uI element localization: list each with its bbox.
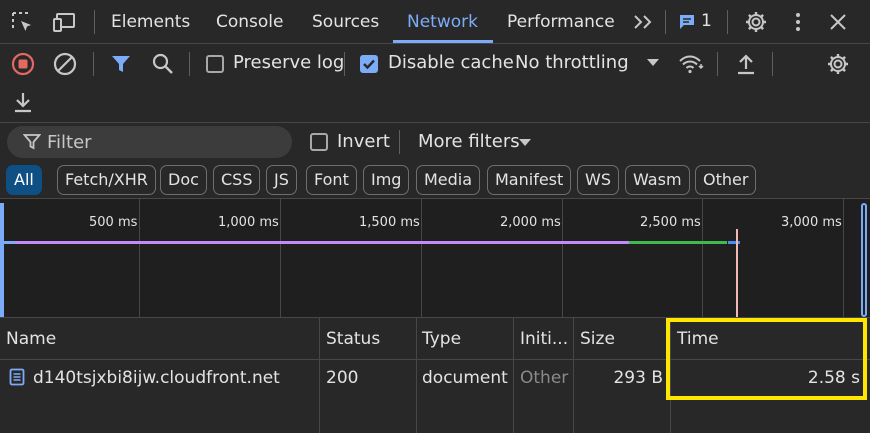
load-event-marker (736, 229, 738, 317)
request-name[interactable]: d140tsjxbi8ijw.cloudfront.net (33, 362, 280, 394)
timing-bar-queue (3, 241, 15, 244)
stop-recording-icon[interactable] (11, 52, 35, 76)
preserve-log-label[interactable]: Preserve log (233, 52, 344, 73)
type-filter-fetch-xhr[interactable]: Fetch/XHR (57, 165, 156, 195)
preserve-log-checkbox[interactable] (206, 55, 224, 73)
disable-cache-checkbox[interactable] (360, 55, 378, 73)
type-filter-media[interactable]: Media (416, 165, 481, 195)
tab-performance[interactable]: Performance (507, 0, 615, 44)
tab-network[interactable]: Network (407, 0, 478, 44)
tab-sources[interactable]: Sources (312, 0, 379, 44)
overview-tick-label: 1,500 ms (359, 215, 420, 230)
column-divider[interactable] (513, 318, 514, 433)
filter-funnel-icon[interactable] (110, 53, 132, 75)
overview-tick-label: 2,000 ms (500, 215, 561, 230)
document-icon (9, 368, 25, 386)
separator (93, 52, 94, 76)
export-har-download-icon[interactable] (11, 90, 35, 114)
type-filter-ws[interactable]: WS (577, 165, 619, 195)
request-initiator: Other (520, 368, 569, 388)
separator (399, 130, 400, 154)
type-filter-other[interactable]: Other (695, 165, 757, 195)
tab-elements[interactable]: Elements (111, 0, 190, 44)
request-status: 200 (326, 368, 359, 388)
timing-bar-tail (728, 241, 740, 244)
type-filter-js[interactable]: JS (266, 165, 297, 195)
overview-tick-label: 2,500 ms (640, 215, 701, 230)
issues-count[interactable]: 1 (701, 11, 712, 31)
timing-bar-download (629, 241, 727, 244)
overview-left-handle[interactable] (0, 203, 4, 317)
import-har-upload-icon[interactable] (734, 52, 758, 76)
filter-input[interactable] (47, 126, 277, 158)
clear-log-icon[interactable] (53, 52, 77, 76)
active-tab-indicator (393, 40, 493, 43)
type-filter-all[interactable]: All (6, 165, 42, 195)
overview-tick-label: 500 ms (89, 215, 138, 230)
close-devtools-icon[interactable] (826, 10, 850, 34)
network-conditions-wifi-icon[interactable] (677, 52, 705, 76)
column-divider[interactable] (573, 318, 574, 433)
separator (665, 10, 666, 34)
type-filter-img[interactable]: Img (363, 165, 410, 195)
filter-funnel-icon (23, 133, 41, 151)
separator (94, 10, 95, 34)
network-overview[interactable]: 500 ms 1,000 ms 1,500 ms 2,000 ms 2,500 … (0, 198, 870, 318)
invert-label[interactable]: Invert (337, 131, 390, 152)
overview-tick-label: 3,000 ms (781, 215, 842, 230)
throttling-select[interactable]: No throttling (515, 52, 629, 73)
type-filter-doc[interactable]: Doc (160, 165, 207, 195)
network-settings-gear-icon[interactable] (826, 52, 850, 76)
disable-cache-label[interactable]: Disable cache (388, 52, 514, 73)
separator (344, 52, 345, 76)
more-options-icon[interactable] (786, 10, 810, 34)
invert-checkbox[interactable] (310, 133, 328, 151)
separator (772, 52, 773, 76)
device-toolbar-icon[interactable] (52, 10, 78, 34)
tab-console[interactable]: Console (216, 0, 284, 44)
more-filters-dropdown[interactable]: More filters (418, 131, 520, 152)
overview-gridline (702, 199, 703, 317)
network-toolbar: Preserve log Disable cache No throttling (0, 44, 870, 123)
separator (189, 52, 190, 76)
overview-gridline (280, 199, 281, 317)
devtools-tab-bar: Elements Console Sources Network Perform… (0, 0, 870, 44)
separator (727, 10, 728, 34)
filter-box (7, 126, 292, 158)
column-divider[interactable] (319, 318, 320, 433)
overview-gridline (421, 199, 422, 317)
type-filter-wasm[interactable]: Wasm (625, 165, 690, 195)
settings-gear-icon[interactable] (744, 10, 768, 34)
request-size: 293 B (613, 368, 663, 388)
chevron-down-icon[interactable] (518, 138, 532, 148)
overview-right-handle[interactable] (861, 203, 867, 317)
request-type: document (422, 368, 508, 388)
type-filter-manifest[interactable]: Manifest (487, 165, 572, 195)
inspect-element-icon[interactable] (10, 10, 34, 34)
more-tabs-icon[interactable] (632, 12, 654, 32)
overview-tick-label: 1,000 ms (218, 215, 279, 230)
search-icon[interactable] (151, 52, 175, 76)
chevron-down-icon[interactable] (646, 58, 660, 68)
overview-gridline (139, 199, 140, 317)
separator (717, 52, 718, 76)
timing-bar-waiting (15, 241, 629, 244)
column-divider[interactable] (416, 318, 417, 433)
overview-gridline (562, 199, 563, 317)
type-filter-font[interactable]: Font (306, 165, 357, 195)
time-column-highlight-box (666, 318, 867, 400)
overview-gridline (843, 199, 844, 317)
issues-message-icon[interactable] (678, 13, 696, 31)
type-filter-css[interactable]: CSS (213, 165, 261, 195)
